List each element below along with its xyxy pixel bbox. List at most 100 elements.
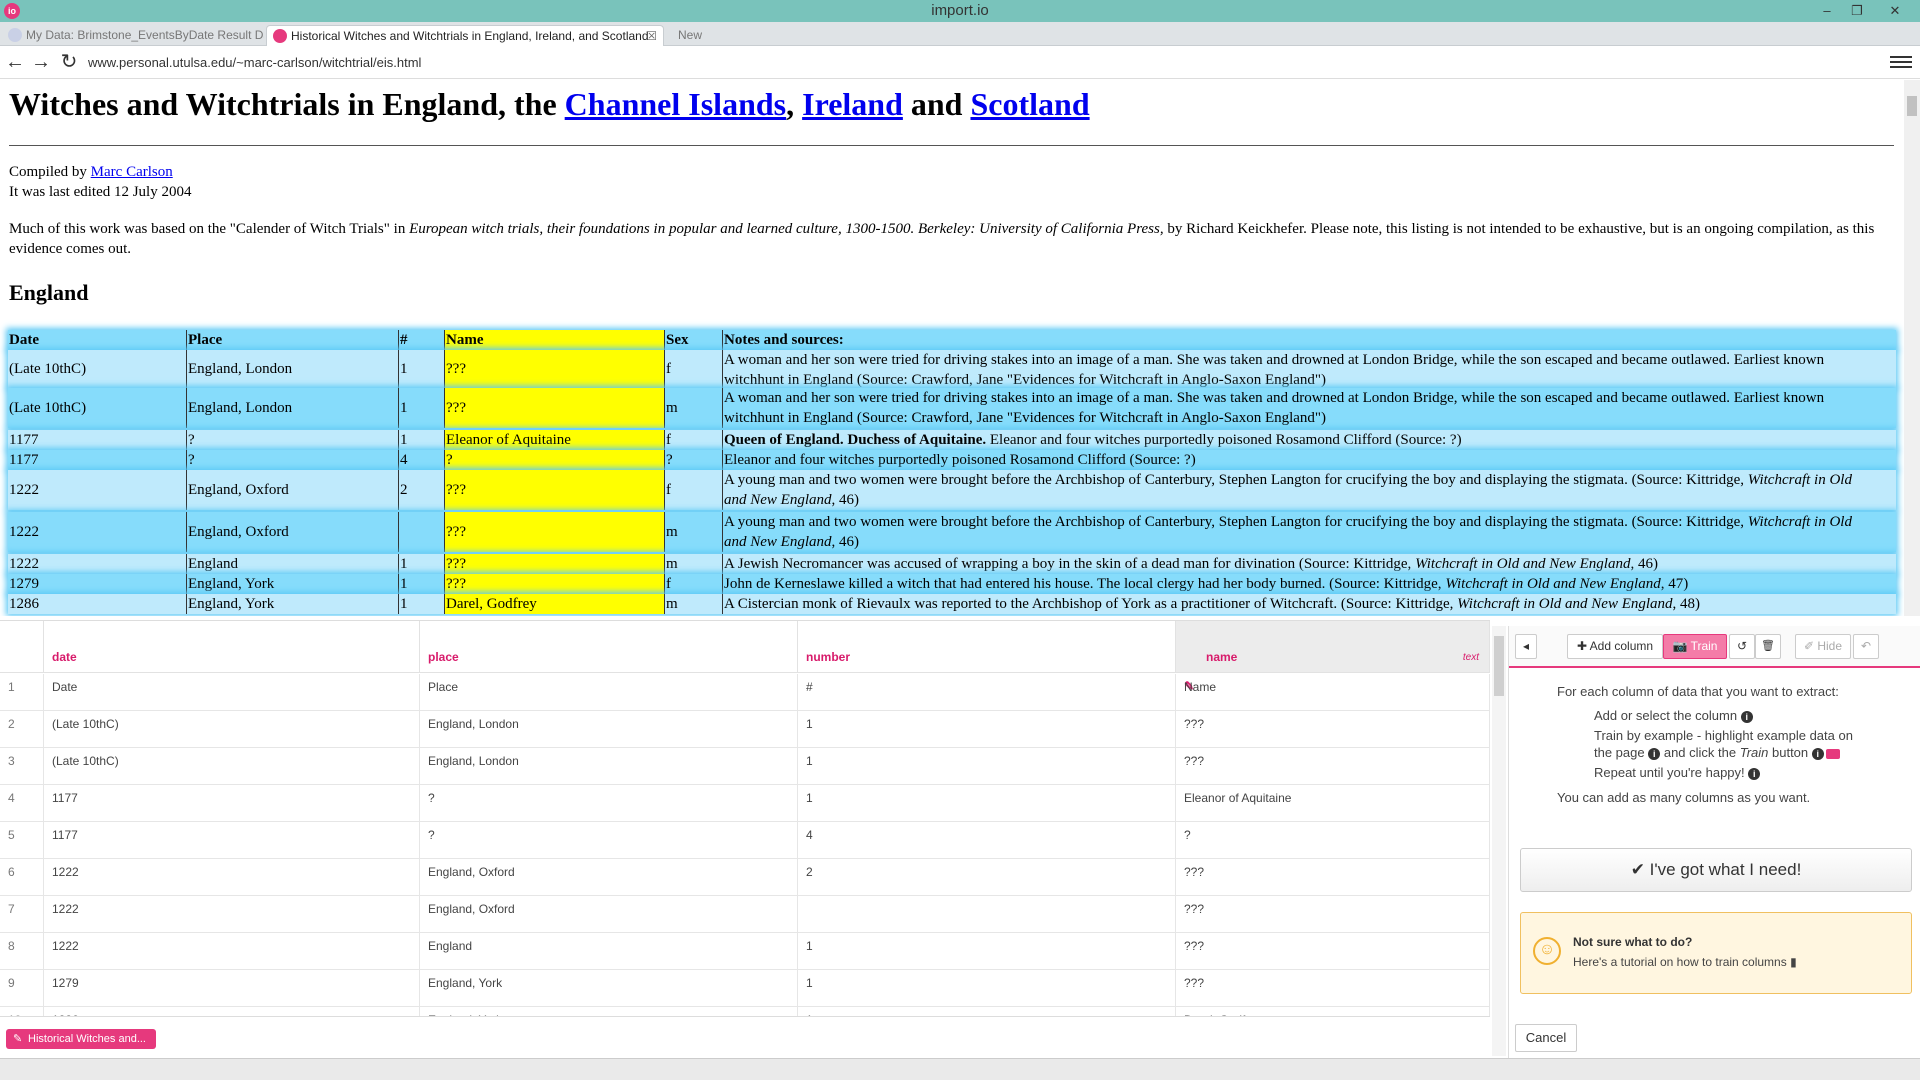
info-icon[interactable]: i [1648,747,1661,760]
grid-cell-name[interactable]: ??? [1176,748,1490,785]
grid-cell-place[interactable]: ? [420,785,798,822]
tutorial-link[interactable]: Here's a tutorial on how to train column… [1573,955,1797,969]
table-row[interactable]: 1286 England, York 1 Darel, Godfrey m A Ciste… [8,594,1896,614]
forward-arrow-icon[interactable]: → [30,51,52,73]
cancel-button[interactable]: Cancel [1515,1024,1577,1052]
video-icon[interactable] [1825,748,1840,759]
column-header-place[interactable]: place [420,621,798,673]
grid-cell-number[interactable] [798,896,1176,933]
grid-cell-date[interactable]: 1177 [44,785,420,822]
grid-row[interactable]: 4 1177? 1 Eleanor of Aquitaine [0,785,1490,822]
grid-cell-date[interactable]: 1222 [44,859,420,896]
grid-cell-number[interactable]: 1 [798,933,1176,970]
grid-cell-name[interactable]: Name [1176,674,1490,711]
tab-new[interactable]: New [668,25,728,46]
tab-witchtrials[interactable]: Historical Witches and Witchtrials in En… [266,25,664,46]
table-row[interactable]: (Late 10thC) England, London 1??? f A woman … [8,350,1896,388]
grid-cell-number[interactable]: 1 [798,970,1176,1007]
table-row[interactable]: 1222 England 1??? m A Jewish Necromancer was… [8,554,1896,574]
grid-cell-name[interactable]: ??? [1176,711,1490,748]
scroll-thumb[interactable] [1907,96,1917,116]
scroll-thumb[interactable] [1494,636,1504,696]
cell-date: 1222 [9,556,39,572]
got-what-i-need-button[interactable]: ✔ I've got what I need! [1520,848,1912,892]
back-arrow-icon[interactable]: ← [4,51,26,73]
column-header-number[interactable]: number [798,621,1176,673]
grid-cell-date[interactable]: 1222 [44,896,420,933]
minimize-button[interactable]: – [1812,1,1842,21]
grid-cell-number[interactable]: 1 [798,748,1176,785]
grid-row[interactable]: 5 1177? 4? [0,822,1490,859]
tab-my-data[interactable]: My Data: Brimstone_EventsByDate Result D… [2,25,264,46]
grid-cell-name[interactable]: ??? [1176,859,1490,896]
grid-cell-date[interactable]: 1222 [44,933,420,970]
reload-icon[interactable]: ↻ [58,51,80,73]
table-row[interactable]: 1222 England, Oxford 2??? f A young man and … [8,470,1896,510]
column-header-date[interactable]: date [44,621,420,673]
grid-cell-place[interactable]: England, Oxford [420,859,798,896]
grid-cell-date[interactable]: 1279 [44,970,420,1007]
grid-cell-name[interactable]: ??? [1176,896,1490,933]
grid-cell-name[interactable]: ? [1176,822,1490,859]
grid-cell-name[interactable]: Eleanor of Aquitaine [1176,785,1490,822]
header-date: Date [9,332,39,348]
grid-row[interactable]: 2 (Late 10thC) England, London 1??? [0,711,1490,748]
hide-button[interactable]: ✐ Hide [1795,634,1851,659]
info-icon[interactable]: i [1740,710,1753,723]
grid-cell-place[interactable]: ? [420,822,798,859]
grid-cell-date[interactable]: (Late 10thC) [44,748,420,785]
table-row[interactable]: (Late 10thC) England, London 1??? m A woman … [8,388,1896,428]
table-header-row[interactable]: Date Place # Name Sex Notes and sources: [8,330,1896,350]
grid-cell-number[interactable]: 4 [798,822,1176,859]
grid-row[interactable]: 7 1222 England, Oxford??? [0,896,1490,933]
grid-row[interactable]: 3 (Late 10thC) England, London 1??? [0,748,1490,785]
grid-cell-number[interactable]: 2 [798,859,1176,896]
grid-cell-date[interactable]: (Late 10thC) [44,711,420,748]
undo-button[interactable]: ↺ [1729,634,1755,659]
grid-row[interactable]: 9 1279 England, York 1??? [0,970,1490,1007]
grid-cell-place[interactable]: Place [420,674,798,711]
grid-cell-place[interactable]: England, Oxford [420,896,798,933]
delete-icon[interactable]: 🗑 [1755,634,1781,659]
row-number-header [0,621,44,673]
hamburger-menu-icon[interactable] [1890,53,1912,71]
add-column-button[interactable]: ✚ Add column [1567,634,1663,659]
collapse-panel-button[interactable]: ◂ [1515,634,1537,659]
grid-row[interactable]: 8 1222 England 1??? [0,933,1490,970]
grid-cell-number[interactable]: 1 [798,785,1176,822]
scotland-link[interactable]: Scotland [970,86,1089,122]
source-tag[interactable]: ✎ Historical Witches and... [6,1029,156,1049]
url-field[interactable]: www.personal.utulsa.edu/~marc-carlson/wi… [88,55,421,70]
grid-cell-place[interactable]: England, London [420,711,798,748]
ireland-link[interactable]: Ireland [802,86,903,122]
grid-cell-date[interactable]: 1177 [44,822,420,859]
grid-row[interactable]: 6 1222 England, Oxford 2??? [0,859,1490,896]
grid-cell-name[interactable]: ??? [1176,933,1490,970]
info-icon[interactable]: i [1811,747,1824,760]
grid-row[interactable]: 1 Date Place # Name [0,674,1490,711]
grid-cell-number[interactable]: # [798,674,1176,711]
grid-cell-place[interactable]: England, London [420,748,798,785]
grid-cell-name[interactable]: ??? [1176,970,1490,1007]
reset-button[interactable]: ↶ [1853,634,1879,659]
maximize-button[interactable]: ❐ [1842,1,1872,21]
column-header-name[interactable]: ✎ name text [1176,621,1490,693]
table-row[interactable]: 1177? 4?? Eleanor and four witches purport… [8,450,1896,470]
table-row[interactable]: 1279 England, York 1??? f John de Kerneslawe… [8,574,1896,594]
info-icon[interactable]: i [1748,767,1761,780]
train-button[interactable]: 📷 Train [1663,634,1727,659]
grid-cell-place[interactable]: England, York [420,970,798,1007]
close-window-button[interactable]: ✕ [1880,1,1910,21]
row-number: 7 [0,896,44,933]
notes-text: , 47) [1660,576,1689,592]
channel-islands-link[interactable]: Channel Islands [565,86,786,122]
table-row[interactable]: 1222 England, Oxford??? m A young man and t… [8,512,1896,552]
grid-scrollbar[interactable] [1492,626,1506,1056]
table-row[interactable]: 1177? 1 Eleanor of Aquitaine f Queen of Engl… [8,430,1896,450]
grid-cell-number[interactable]: 1 [798,711,1176,748]
page-scrollbar[interactable] [1904,80,1920,616]
grid-cell-place[interactable]: England [420,933,798,970]
grid-cell-date[interactable]: Date [44,674,420,711]
author-link[interactable]: Marc Carlson [91,164,173,180]
close-tab-icon[interactable]: ☒ [646,26,657,46]
